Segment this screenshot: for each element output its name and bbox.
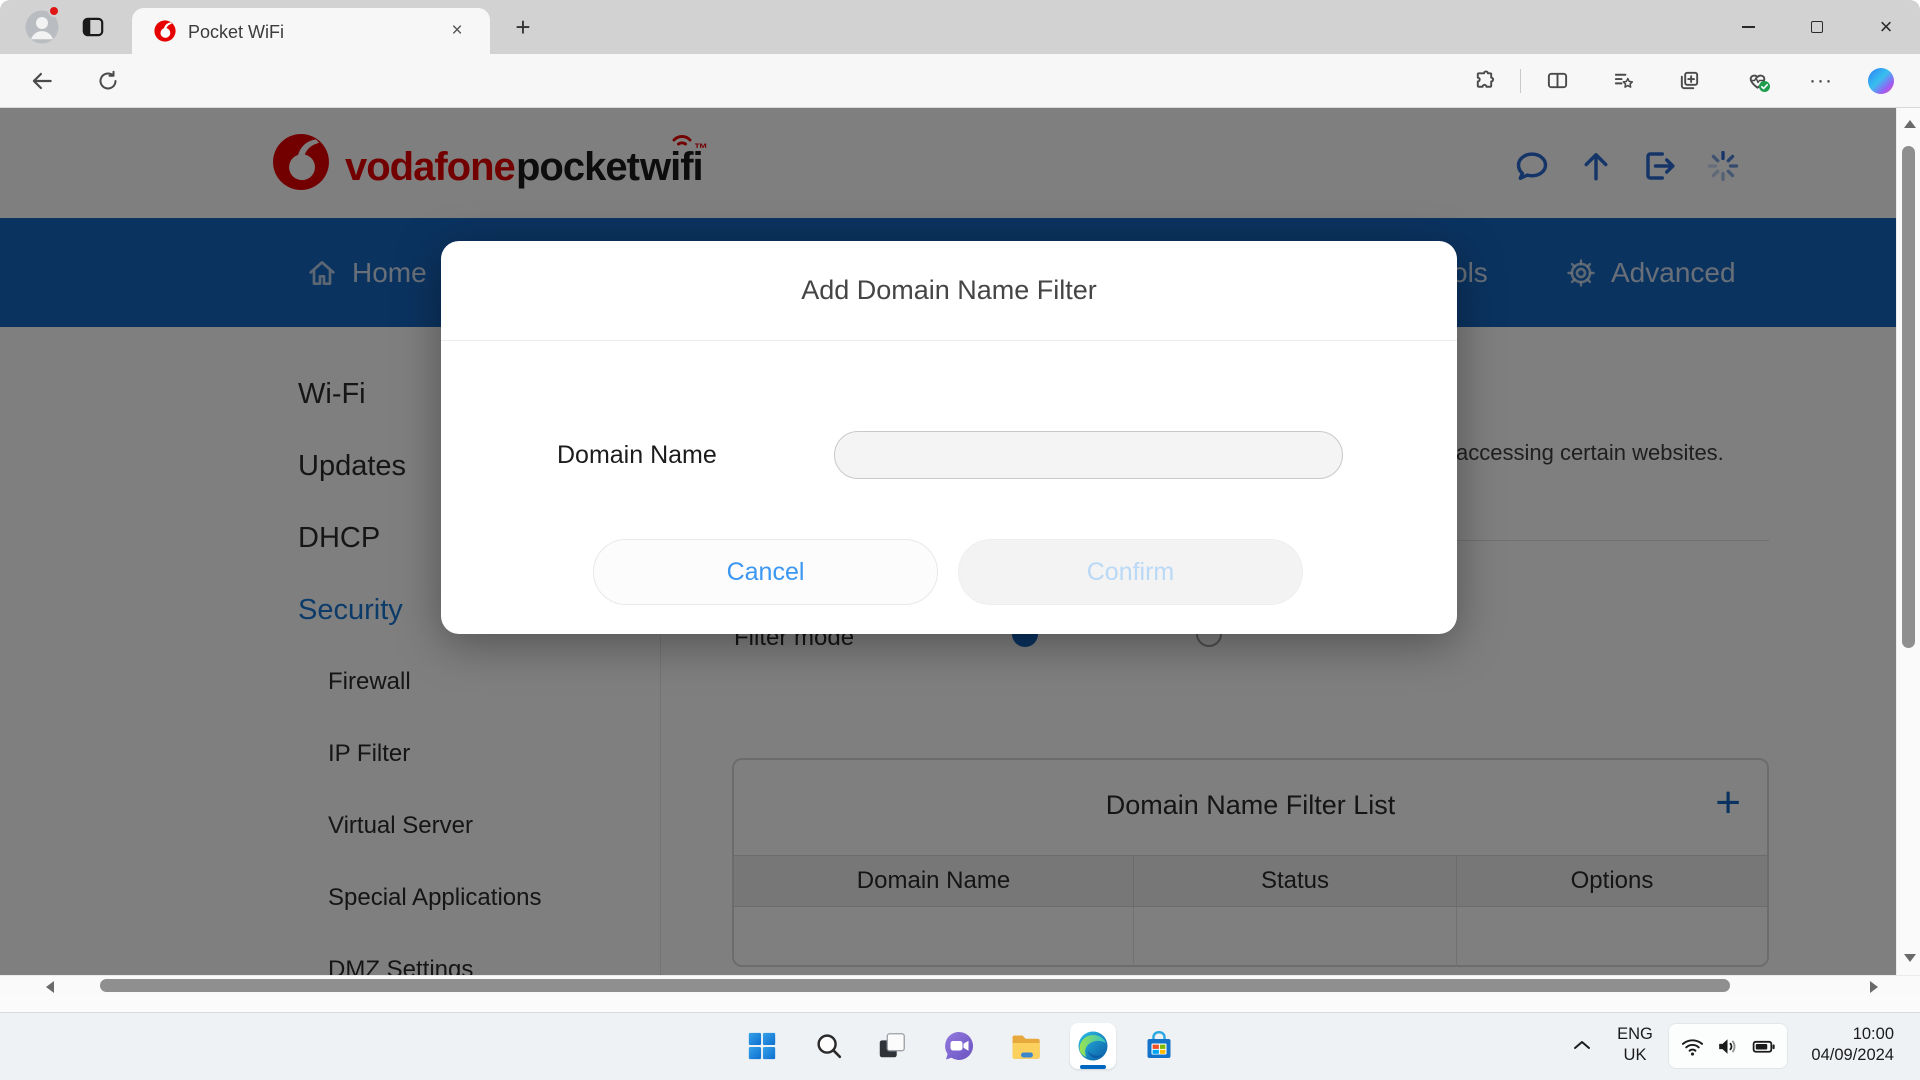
window-bottom-strip — [0, 995, 1920, 1012]
minimize-button[interactable] — [1725, 0, 1771, 54]
file-explorer-icon — [1012, 1035, 1040, 1059]
language-indicator[interactable]: ENG UK — [1608, 1024, 1662, 1066]
wifi-icon — [1681, 1038, 1703, 1056]
profile-avatar[interactable] — [24, 5, 60, 45]
chevron-up-icon — [1574, 1041, 1590, 1049]
microsoft-store-icon — [1147, 1031, 1171, 1058]
clock[interactable]: 10:00 04/09/2024 — [1811, 1024, 1894, 1066]
maximize-icon — [1811, 21, 1823, 33]
modal-title: Add Domain Name Filter — [801, 275, 1097, 305]
collections-icon[interactable] — [1678, 69, 1701, 92]
start-button[interactable] — [739, 1023, 785, 1069]
extensions-icon[interactable] — [1473, 69, 1496, 92]
clock-date: 04/09/2024 — [1811, 1046, 1894, 1064]
maximize-button[interactable] — [1794, 0, 1840, 54]
task-view-icon — [879, 1033, 905, 1058]
chat-button[interactable] — [936, 1023, 982, 1069]
file-explorer-button[interactable] — [1003, 1023, 1049, 1069]
minimize-icon — [1741, 26, 1755, 28]
new-tab-button[interactable]: + — [508, 12, 538, 42]
essentials-status-dot-icon — [1759, 81, 1770, 92]
tab-pocket-wifi[interactable]: Pocket WiFi × — [132, 8, 490, 54]
language-line2: UK — [1623, 1046, 1647, 1064]
tab-actions-icon[interactable] — [80, 14, 106, 40]
cancel-button[interactable]: Cancel — [593, 539, 938, 605]
edge-active-indicator — [1080, 1065, 1106, 1069]
horizontal-scrollbar[interactable] — [0, 975, 1920, 995]
battery-icon — [1752, 1040, 1775, 1053]
vertical-scrollbar[interactable] — [1896, 108, 1920, 975]
system-tray-group[interactable] — [1668, 1023, 1788, 1069]
vertical-scroll-thumb[interactable] — [1902, 146, 1915, 648]
horizontal-scroll-thumb[interactable] — [100, 979, 1730, 992]
browser-toolbar: Not secure 192.168.8.1/#/urlfilter — [0, 54, 1920, 156]
refresh-icon[interactable] — [96, 69, 120, 93]
windows-taskbar: ENG UK 10:00 04/09/2024 — [0, 1012, 1920, 1080]
microsoft-store-button[interactable] — [1136, 1023, 1182, 1069]
scroll-up-arrow-icon[interactable] — [1904, 120, 1916, 128]
search-icon — [817, 1034, 842, 1059]
language-line1: ENG — [1617, 1025, 1653, 1043]
edge-browser-button[interactable] — [1070, 1023, 1116, 1069]
notification-dot-icon — [48, 5, 60, 17]
scroll-right-arrow-icon[interactable] — [1870, 981, 1878, 993]
toolbar-divider — [1520, 69, 1521, 93]
clock-time: 10:00 — [1852, 1025, 1894, 1043]
copilot-icon[interactable] — [1868, 68, 1894, 94]
windows-start-icon — [748, 1032, 776, 1060]
back-icon[interactable] — [29, 68, 55, 94]
teams-chat-icon — [945, 1032, 974, 1060]
vodafone-favicon-icon — [154, 20, 176, 42]
scroll-down-arrow-icon[interactable] — [1904, 954, 1916, 962]
search-button[interactable] — [806, 1023, 852, 1069]
favorites-hub-icon[interactable] — [1612, 69, 1635, 92]
domain-name-input[interactable] — [834, 431, 1343, 479]
tab-title: Pocket WiFi — [188, 22, 285, 42]
domain-name-label: Domain Name — [557, 441, 717, 469]
modal-title-divider — [441, 340, 1457, 341]
volume-icon — [1718, 1038, 1735, 1054]
settings-more-icon[interactable]: ··· — [1806, 68, 1836, 94]
confirm-button[interactable]: Confirm — [958, 539, 1303, 605]
split-screen-icon[interactable] — [1546, 69, 1569, 92]
edge-browser-icon — [1078, 1031, 1108, 1061]
close-tab-icon[interactable]: × — [444, 18, 470, 44]
tray-chevron-button[interactable] — [1572, 1038, 1592, 1052]
scroll-left-arrow-icon[interactable] — [46, 981, 54, 993]
screen: Pocket WiFi × + × Not secure 192.168.8.1… — [0, 0, 1920, 1080]
task-view-button[interactable] — [869, 1023, 915, 1069]
add-domain-filter-modal: Add Domain Name Filter Domain Name Cance… — [441, 241, 1457, 634]
browser-essentials-icon[interactable] — [1746, 69, 1770, 92]
browser-tab-strip: Pocket WiFi × + × — [0, 0, 1920, 54]
close-window-button[interactable]: × — [1863, 0, 1909, 54]
